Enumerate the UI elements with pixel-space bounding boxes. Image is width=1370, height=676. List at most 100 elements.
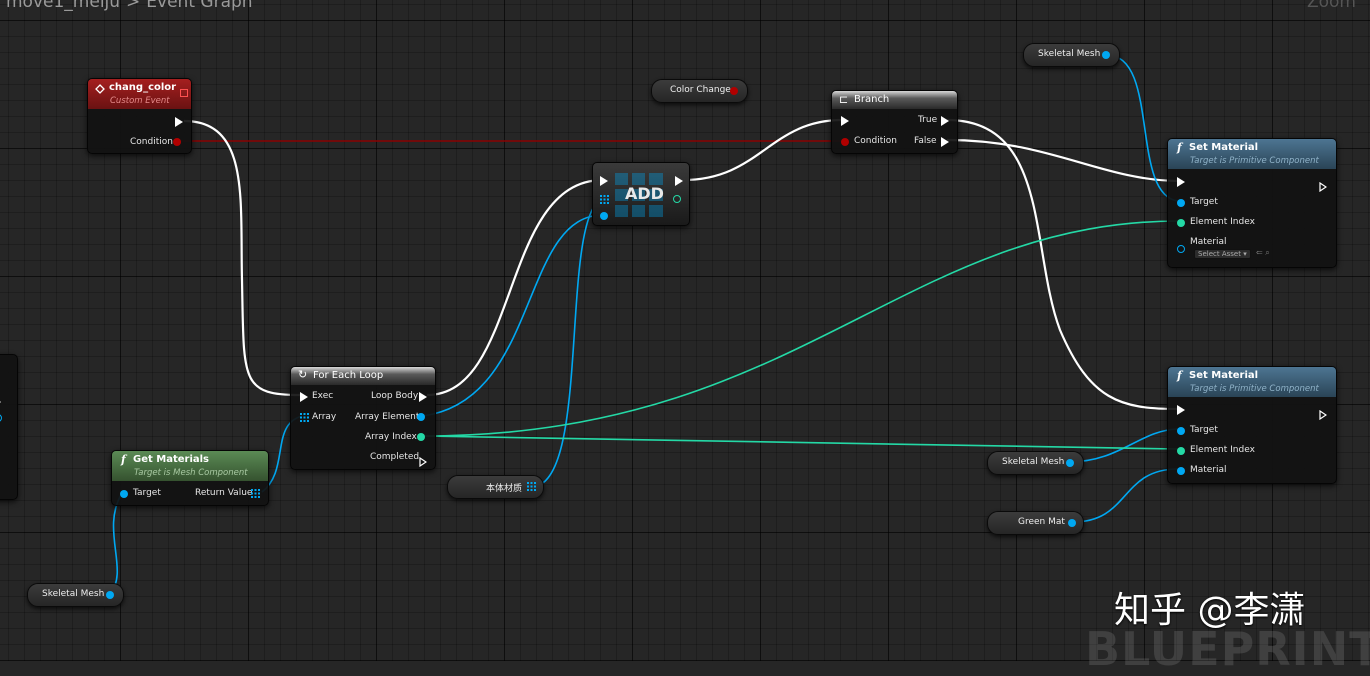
array-add-node[interactable]: ADD <box>592 162 690 226</box>
set-material-node[interactable]: f Set Material Target is Primitive Compo… <box>1167 138 1337 268</box>
pin-label-array-index: Array Index <box>365 432 417 442</box>
node-title: Branch <box>854 94 890 105</box>
pin-label-target: Target <box>1190 197 1218 207</box>
node-subtitle: Target is Primitive Component <box>1190 384 1319 394</box>
variable-label: Green Mat <box>1018 517 1065 527</box>
pin-label-target: Target <box>1190 425 1218 435</box>
select-asset-dropdown[interactable]: Select Asset ▾ <box>1194 249 1251 259</box>
offscreen-node[interactable] <box>0 354 18 500</box>
loop-arrows-icon: ↻ <box>298 368 308 381</box>
breadcrumb-blueprint[interactable]: move1_meiju <box>6 0 120 12</box>
variable-label: Skeletal Mesh <box>42 589 105 599</box>
exec-in-pin[interactable] <box>300 392 308 402</box>
pin-label-exec: Exec <box>312 391 334 401</box>
element-index-pin[interactable] <box>1177 447 1185 455</box>
get-materials-node[interactable]: f Get Materials Target is Mesh Component… <box>111 450 269 506</box>
condition-pin[interactable] <box>173 138 181 146</box>
pin-label-return-value: Return Value <box>195 488 253 498</box>
return-value-pin[interactable] <box>251 489 260 498</box>
function-f-icon: f <box>1177 141 1182 154</box>
loop-body-pin[interactable] <box>419 392 427 402</box>
custom-event-node[interactable]: chang_color Custom Event Condition <box>87 78 192 154</box>
object-out-pin[interactable] <box>1066 459 1074 467</box>
graph-header: move1_meiju > Event Graph Zoom <box>0 0 1370 16</box>
element-index-pin[interactable] <box>1177 219 1185 227</box>
object-out-pin[interactable] <box>1102 51 1110 59</box>
set-material-node-2[interactable]: f Set Material Target is Primitive Compo… <box>1167 366 1337 484</box>
variable-label: Skeletal Mesh <box>1002 457 1065 467</box>
bool-out-pin[interactable] <box>730 87 738 95</box>
skeletal-mesh-variable-3[interactable]: Skeletal Mesh <box>27 583 124 607</box>
skeletal-mesh-variable[interactable]: Skeletal Mesh <box>1023 43 1120 67</box>
function-f-icon: f <box>121 453 126 466</box>
target-pin[interactable] <box>1177 199 1185 207</box>
zoom-label: Zoom <box>1306 0 1356 12</box>
exec-in-pin[interactable] <box>841 116 849 126</box>
material-pin[interactable] <box>1177 467 1185 475</box>
item-in-pin[interactable] <box>600 212 608 220</box>
pin-label-completed: Completed <box>370 452 420 462</box>
node-subtitle: Target is Mesh Component <box>134 468 248 478</box>
variable-label: Skeletal Mesh <box>1038 49 1101 59</box>
array-in-pin[interactable] <box>600 195 609 204</box>
object-out-pin[interactable] <box>1068 519 1076 527</box>
node-title: For Each Loop <box>313 370 384 381</box>
pin-label-false: False <box>914 136 937 146</box>
pin-label-condition: Condition <box>130 137 173 147</box>
branch-arrow-icon: ⊏ <box>839 93 849 106</box>
target-pin[interactable] <box>1177 427 1185 435</box>
material-pin[interactable] <box>1177 245 1185 253</box>
breadcrumb-separator: > <box>126 0 141 12</box>
pin-label-loop-body: Loop Body <box>371 391 419 401</box>
variable-label: Color Change <box>670 85 731 95</box>
condition-pin[interactable] <box>841 138 849 146</box>
node-title: Get Materials <box>133 454 210 465</box>
exec-in-pin[interactable] <box>1177 405 1185 415</box>
array-in-pin[interactable] <box>300 413 309 422</box>
branch-node[interactable]: ⊏ Branch True Condition False <box>831 90 958 154</box>
array-index-pin[interactable] <box>417 433 425 441</box>
exec-in-pin[interactable] <box>600 176 608 186</box>
array-element-pin[interactable] <box>417 413 425 421</box>
exec-in-pin[interactable] <box>1177 177 1185 187</box>
zhihu-watermark: 知乎 @李潇 <box>1114 590 1306 631</box>
pin-label-element-index: Element Index <box>1190 217 1255 227</box>
exec-out-pin[interactable] <box>175 117 183 127</box>
pin-label-material: Material <box>1190 465 1227 475</box>
pin-label-array-element: Array Element <box>355 412 420 422</box>
node-subtitle: Custom Event <box>110 96 170 106</box>
breadcrumb-graph[interactable]: Event Graph <box>146 0 252 12</box>
pin-label-true: True <box>918 115 938 125</box>
breadcrumb: move1_meiju > Event Graph <box>6 0 253 12</box>
green-mat-variable[interactable]: Green Mat <box>987 511 1084 535</box>
function-f-icon: f <box>1177 369 1182 382</box>
exec-out-pin[interactable] <box>1319 177 1328 193</box>
node-title: ADD <box>625 184 664 203</box>
variable-label: 本体材质 <box>486 484 523 494</box>
for-each-loop-node[interactable]: ↻ For Each Loop Exec Loop Body Array Arr… <box>290 366 436 470</box>
node-title: Set Material <box>1189 370 1259 381</box>
asset-browse-icon[interactable]: ⇐ ⌕ <box>1256 248 1270 258</box>
object-out-pin[interactable] <box>106 591 114 599</box>
node-subtitle: Target is Primitive Component <box>1190 156 1319 166</box>
diamond-event-icon <box>95 84 105 94</box>
body-material-variable[interactable]: 本体材质 <box>447 475 544 499</box>
delegate-pin[interactable] <box>180 89 188 97</box>
exec-false-pin[interactable] <box>941 137 949 147</box>
index-out-pin[interactable] <box>673 195 681 203</box>
node-title: Set Material <box>1189 142 1259 153</box>
pin-label-target: Target <box>133 488 161 498</box>
pin-label-condition: Condition <box>854 136 897 146</box>
exec-out-pin[interactable] <box>675 176 683 186</box>
completed-pin[interactable] <box>419 452 428 468</box>
target-pin[interactable] <box>120 490 128 498</box>
exec-true-pin[interactable] <box>941 116 949 126</box>
exec-out-pin[interactable] <box>1319 405 1328 421</box>
skeletal-mesh-variable-2[interactable]: Skeletal Mesh <box>987 451 1084 475</box>
pin-label-material: Material <box>1190 237 1227 247</box>
object-pin[interactable] <box>0 414 2 422</box>
color-change-variable[interactable]: Color Change <box>651 79 748 103</box>
node-title: chang_color <box>109 82 177 93</box>
array-out-pin[interactable] <box>527 482 536 491</box>
pin-label-element-index: Element Index <box>1190 445 1255 455</box>
